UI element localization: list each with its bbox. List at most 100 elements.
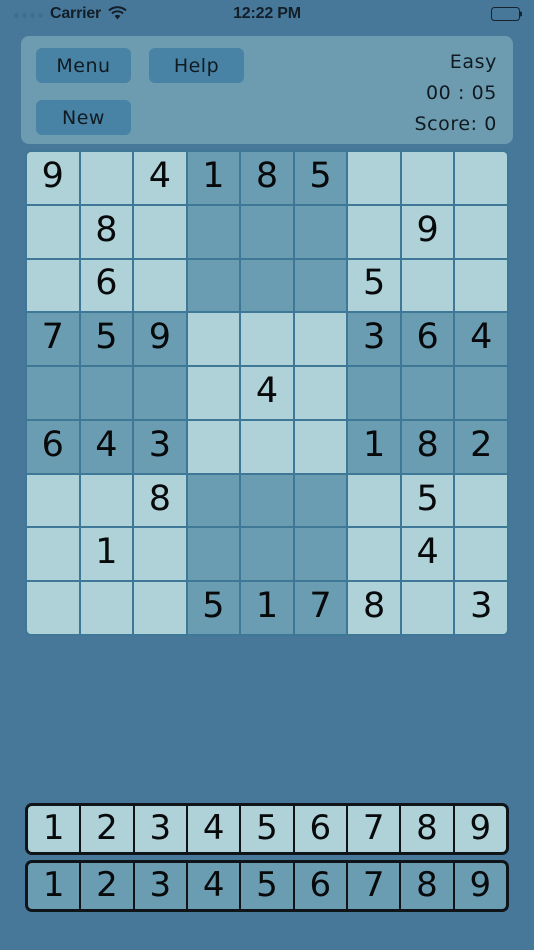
- sudoku-cell[interactable]: [27, 259, 79, 312]
- sudoku-cell[interactable]: [241, 205, 293, 258]
- sudoku-cell[interactable]: [348, 528, 400, 581]
- sudoku-cell[interactable]: 1: [80, 528, 133, 581]
- sudoku-cell[interactable]: 9: [134, 313, 186, 366]
- sudoku-cell[interactable]: 4: [401, 528, 454, 581]
- sudoku-cell[interactable]: [455, 152, 507, 204]
- sudoku-cell[interactable]: [27, 582, 79, 634]
- sudoku-cell[interactable]: 1: [241, 582, 293, 634]
- number-pad-secondary[interactable]: 123456789: [25, 860, 509, 912]
- sudoku-cell[interactable]: [348, 474, 400, 527]
- sudoku-cell[interactable]: [134, 367, 186, 419]
- sudoku-cell[interactable]: [187, 367, 240, 419]
- sudoku-cell[interactable]: 5: [294, 152, 347, 204]
- sudoku-cell[interactable]: [241, 420, 293, 473]
- sudoku-cell[interactable]: [455, 474, 507, 527]
- sudoku-cell[interactable]: [294, 474, 347, 527]
- sudoku-cell[interactable]: [241, 259, 293, 312]
- sudoku-cell[interactable]: [187, 205, 240, 258]
- number-pad-primary-key[interactable]: 6: [294, 806, 346, 852]
- sudoku-cell[interactable]: 8: [348, 582, 400, 634]
- sudoku-cell[interactable]: [134, 582, 186, 634]
- sudoku-cell[interactable]: 4: [134, 152, 186, 204]
- sudoku-board[interactable]: 9418589657593644643182851451783: [25, 150, 509, 636]
- sudoku-cell[interactable]: [348, 205, 400, 258]
- sudoku-cell[interactable]: [27, 205, 79, 258]
- sudoku-cell[interactable]: 8: [401, 420, 454, 473]
- number-pad-primary-key[interactable]: 4: [187, 806, 240, 852]
- sudoku-cell[interactable]: 7: [27, 313, 79, 366]
- sudoku-cell[interactable]: [80, 367, 133, 419]
- number-pad-secondary-key[interactable]: 2: [81, 863, 133, 909]
- sudoku-cell[interactable]: [241, 528, 293, 581]
- sudoku-cell[interactable]: [294, 528, 347, 581]
- sudoku-cell[interactable]: [455, 259, 507, 312]
- sudoku-cell[interactable]: 4: [80, 420, 133, 473]
- number-pad-secondary-key[interactable]: 9: [454, 863, 506, 909]
- sudoku-cell[interactable]: [241, 474, 293, 527]
- sudoku-cell[interactable]: [134, 528, 186, 581]
- new-game-button[interactable]: New: [36, 100, 131, 135]
- sudoku-cell[interactable]: [80, 582, 133, 634]
- number-pad-secondary-key[interactable]: 3: [134, 863, 186, 909]
- sudoku-cell[interactable]: 3: [134, 420, 186, 473]
- sudoku-cell[interactable]: [348, 367, 400, 419]
- sudoku-cell[interactable]: 5: [80, 313, 133, 366]
- number-pad-secondary-key[interactable]: 1: [28, 863, 80, 909]
- sudoku-cell[interactable]: [187, 474, 240, 527]
- sudoku-cell[interactable]: [455, 528, 507, 581]
- sudoku-cell[interactable]: 3: [455, 582, 507, 634]
- sudoku-cell[interactable]: [187, 528, 240, 581]
- help-button[interactable]: Help: [149, 48, 244, 83]
- sudoku-cell[interactable]: [80, 474, 133, 527]
- sudoku-cell[interactable]: [401, 259, 454, 312]
- sudoku-cell[interactable]: 1: [187, 152, 240, 204]
- number-pad-secondary-key[interactable]: 5: [241, 863, 293, 909]
- number-pad-secondary-key[interactable]: 6: [294, 863, 346, 909]
- sudoku-cell[interactable]: [294, 367, 347, 419]
- sudoku-cell[interactable]: [27, 528, 79, 581]
- number-pad-secondary-key[interactable]: 4: [187, 863, 240, 909]
- number-pad-primary[interactable]: 123456789: [25, 803, 509, 855]
- number-pad-primary-key[interactable]: 1: [28, 806, 80, 852]
- sudoku-cell[interactable]: [294, 420, 347, 473]
- sudoku-cell[interactable]: 9: [401, 205, 454, 258]
- sudoku-cell[interactable]: 5: [187, 582, 240, 634]
- sudoku-cell[interactable]: 6: [80, 259, 133, 312]
- number-pad-primary-key[interactable]: 3: [134, 806, 186, 852]
- sudoku-cell[interactable]: 6: [401, 313, 454, 366]
- sudoku-cell[interactable]: [294, 205, 347, 258]
- sudoku-cell[interactable]: [294, 259, 347, 312]
- sudoku-cell[interactable]: 2: [455, 420, 507, 473]
- menu-button[interactable]: Menu: [36, 48, 131, 83]
- sudoku-cell[interactable]: 7: [294, 582, 347, 634]
- number-pad-primary-key[interactable]: 7: [347, 806, 400, 852]
- sudoku-cell[interactable]: [187, 313, 240, 366]
- sudoku-cell[interactable]: 9: [27, 152, 79, 204]
- number-pad-primary-key[interactable]: 2: [81, 806, 133, 852]
- number-pad-primary-key[interactable]: 5: [241, 806, 293, 852]
- sudoku-cell[interactable]: 8: [80, 205, 133, 258]
- sudoku-cell[interactable]: [134, 259, 186, 312]
- sudoku-cell[interactable]: 8: [134, 474, 186, 527]
- sudoku-cell[interactable]: [455, 367, 507, 419]
- sudoku-cell[interactable]: [27, 474, 79, 527]
- sudoku-cell[interactable]: 3: [348, 313, 400, 366]
- sudoku-cell[interactable]: 8: [241, 152, 293, 204]
- sudoku-cell[interactable]: 5: [348, 259, 400, 312]
- sudoku-cell[interactable]: [27, 367, 79, 419]
- sudoku-cell[interactable]: 4: [455, 313, 507, 366]
- sudoku-cell[interactable]: [401, 152, 454, 204]
- number-pad-secondary-key[interactable]: 7: [347, 863, 400, 909]
- number-pad-primary-key[interactable]: 9: [454, 806, 506, 852]
- sudoku-cell[interactable]: 1: [348, 420, 400, 473]
- sudoku-cell[interactable]: [401, 582, 454, 634]
- number-pad-primary-key[interactable]: 8: [401, 806, 453, 852]
- sudoku-cell[interactable]: [455, 205, 507, 258]
- sudoku-cell[interactable]: 5: [401, 474, 454, 527]
- sudoku-cell[interactable]: [294, 313, 347, 366]
- sudoku-cell[interactable]: [241, 313, 293, 366]
- sudoku-cell[interactable]: 4: [241, 367, 293, 419]
- sudoku-cell[interactable]: [348, 152, 400, 204]
- sudoku-cell[interactable]: [187, 420, 240, 473]
- sudoku-cell[interactable]: [187, 259, 240, 312]
